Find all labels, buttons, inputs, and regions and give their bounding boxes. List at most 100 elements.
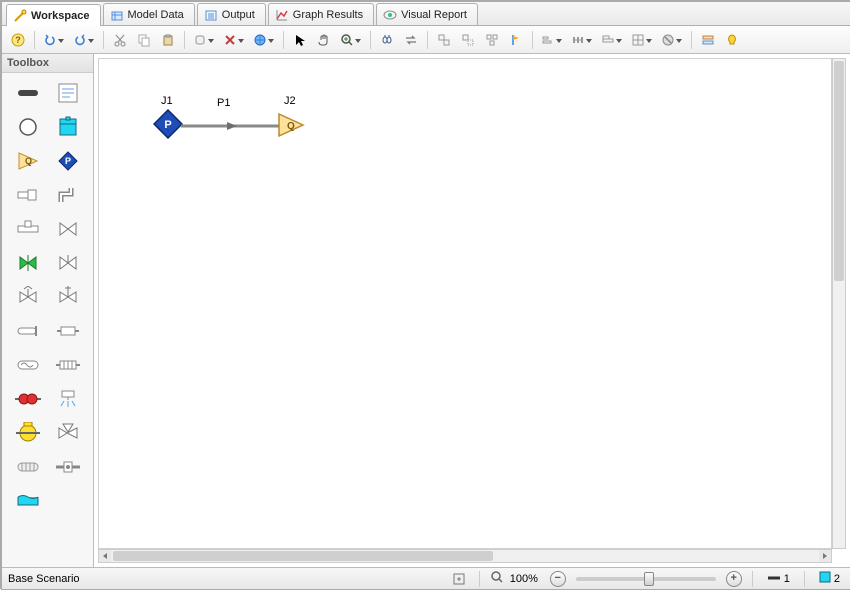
zoom-slider[interactable]: [576, 577, 716, 581]
tool-reservoir[interactable]: [52, 113, 84, 141]
align-button[interactable]: [537, 29, 567, 51]
tool-valve-c[interactable]: [52, 249, 84, 277]
delete-button[interactable]: [219, 29, 249, 51]
j1-label: J1: [161, 95, 173, 107]
scenario-name: Base Scenario: [8, 573, 80, 585]
tab-visual-report[interactable]: Visual Report: [376, 3, 478, 25]
tab-graph-results[interactable]: Graph Results: [268, 3, 374, 25]
svg-text:P: P: [64, 156, 70, 166]
junction-icon: [819, 571, 831, 586]
model-data-icon: [110, 8, 124, 22]
tips-button[interactable]: [720, 29, 744, 51]
pan-tool[interactable]: [312, 29, 336, 51]
separator: [34, 31, 35, 49]
tab-label: Output: [222, 9, 255, 21]
zoom-in-button[interactable]: +: [726, 571, 742, 587]
redo-button[interactable]: [69, 29, 99, 51]
tool-screen[interactable]: [12, 453, 44, 481]
main-area: Toolbox Q P: [2, 54, 850, 567]
tool-pump-yellow[interactable]: [12, 419, 44, 447]
tab-label: Workspace: [31, 10, 90, 22]
scrollbar-thumb[interactable]: [834, 61, 844, 281]
junction-j1[interactable]: P: [153, 109, 183, 142]
cut-button[interactable]: [108, 29, 132, 51]
pipe-count: 1: [784, 573, 790, 585]
tool-relief-valve[interactable]: [52, 283, 84, 311]
tool-branch[interactable]: [12, 113, 44, 141]
zoom-out-button[interactable]: −: [550, 571, 566, 587]
group-a-button[interactable]: [432, 29, 456, 51]
grid-button[interactable]: [627, 29, 657, 51]
horizontal-scrollbar[interactable]: [98, 549, 832, 563]
group-c-button[interactable]: [480, 29, 504, 51]
separator: [283, 31, 284, 49]
tab-output[interactable]: Output: [197, 3, 266, 25]
distribute-button[interactable]: [567, 29, 597, 51]
fit-window-button[interactable]: [449, 570, 469, 588]
tab-model-data[interactable]: Model Data: [103, 3, 195, 25]
tool-dead-end[interactable]: [12, 317, 44, 345]
tab-bar: Workspace Model Data Output Graph Result…: [2, 2, 850, 26]
tool-pump-red[interactable]: [12, 385, 44, 413]
help-button[interactable]: ?: [6, 29, 30, 51]
workspace-canvas-wrap: J1 P P1 J2 Q: [94, 54, 850, 567]
separator: [804, 571, 805, 587]
separator: [370, 31, 371, 49]
tool-tee[interactable]: [12, 215, 44, 243]
separator: [103, 31, 104, 49]
tool-orifice[interactable]: [52, 453, 84, 481]
separator: [427, 31, 428, 49]
tool-hx-a[interactable]: [12, 351, 44, 379]
junction-count-box: 2: [815, 571, 844, 586]
tab-workspace[interactable]: Workspace: [6, 4, 101, 26]
duplicate-button[interactable]: [189, 29, 219, 51]
tool-bend[interactable]: [52, 181, 84, 209]
tool-pipe[interactable]: [12, 79, 44, 107]
tool-hx-b[interactable]: [52, 351, 84, 379]
scrollbar-thumb[interactable]: [113, 551, 493, 561]
zoom-slider-thumb[interactable]: [644, 572, 654, 586]
separator: [184, 31, 185, 49]
scroll-right-icon[interactable]: [819, 550, 831, 562]
flag-button[interactable]: [504, 29, 528, 51]
layer-manager-button[interactable]: [696, 29, 720, 51]
junction-count: 2: [834, 573, 840, 585]
lock-button[interactable]: [657, 29, 687, 51]
junction-j2[interactable]: Q: [277, 112, 305, 141]
tool-assigned-pressure[interactable]: P: [52, 147, 84, 175]
p1-label: P1: [217, 97, 230, 109]
group-b-button[interactable]: [456, 29, 480, 51]
find-button[interactable]: [375, 29, 399, 51]
swap-button[interactable]: [399, 29, 423, 51]
separator: [752, 571, 753, 587]
workspace-canvas[interactable]: J1 P P1 J2 Q: [98, 58, 832, 549]
tool-annotation[interactable]: [52, 79, 84, 107]
globe-button[interactable]: [249, 29, 279, 51]
tool-general[interactable]: [52, 317, 84, 345]
separator: [532, 31, 533, 49]
tab-label: Graph Results: [293, 9, 363, 21]
scroll-left-icon[interactable]: [99, 550, 111, 562]
tool-valve-a[interactable]: [52, 215, 84, 243]
tool-three-way[interactable]: [52, 419, 84, 447]
tool-check-valve[interactable]: [12, 249, 44, 277]
zoom-tool[interactable]: [336, 29, 366, 51]
svg-text:?: ?: [15, 35, 21, 45]
undo-button[interactable]: [39, 29, 69, 51]
tab-label: Visual Report: [401, 9, 467, 21]
graph-results-icon: [275, 8, 289, 22]
vertical-scrollbar[interactable]: [832, 58, 846, 549]
pointer-tool[interactable]: [288, 29, 312, 51]
tool-spray[interactable]: [52, 385, 84, 413]
tool-assigned-flow[interactable]: Q: [12, 147, 44, 175]
tool-control-valve[interactable]: [12, 283, 44, 311]
tool-weir[interactable]: [12, 487, 44, 515]
layers-button[interactable]: [597, 29, 627, 51]
status-bar: Base Scenario 100% − + 1 2: [2, 567, 850, 589]
zoom-icon[interactable]: [490, 570, 504, 587]
tool-area-change[interactable]: [12, 181, 44, 209]
copy-button[interactable]: [132, 29, 156, 51]
paste-button[interactable]: [156, 29, 180, 51]
pipe-p1[interactable]: [181, 121, 281, 133]
tab-label: Model Data: [128, 9, 184, 21]
